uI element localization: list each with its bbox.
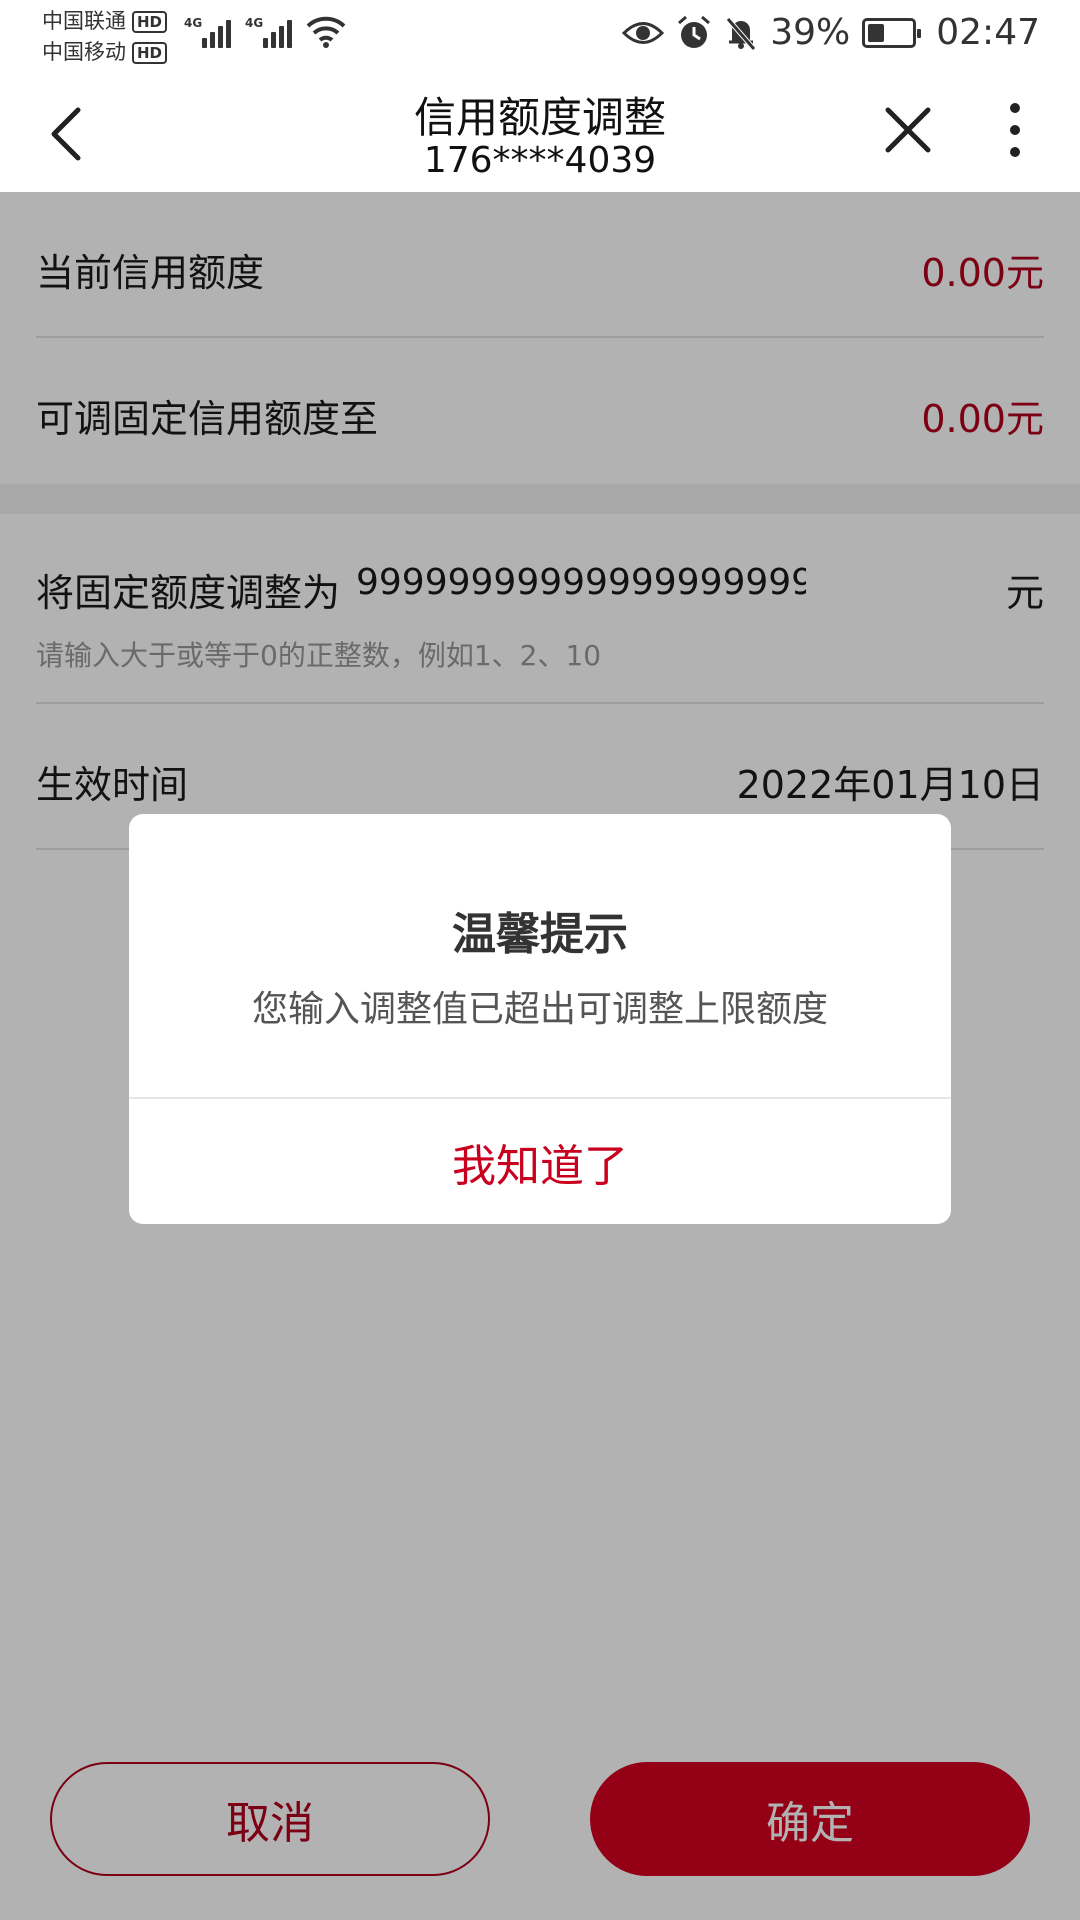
signal-icon: 4G (184, 16, 231, 48)
carrier-name-2: 中国移动 (42, 40, 126, 64)
network-type-label: 4G (184, 16, 203, 30)
status-bar: 中国联通 HD 中国移动 HD 4G 4G 39% 02:47 (0, 0, 1080, 76)
close-button[interactable] (880, 102, 936, 158)
carrier-name-1: 中国联通 (42, 9, 126, 33)
network-type-label: 4G (245, 16, 264, 30)
signal-icon: 4G (245, 16, 292, 48)
wifi-icon (306, 16, 346, 48)
more-button[interactable] (1000, 100, 1030, 160)
nav-bar: 信用额度调整 176****4039 (0, 76, 1080, 192)
dialog-ok-button[interactable]: 我知道了 (129, 1099, 951, 1224)
hd-badge: HD (132, 41, 168, 64)
carrier-info: 中国联通 HD 中国移动 HD (42, 6, 168, 68)
hd-badge: HD (132, 10, 168, 33)
mute-bell-icon (726, 16, 757, 51)
battery-fill (868, 23, 885, 42)
signal-indicators: 4G 4G (184, 14, 346, 48)
status-right: 39% 02:47 (622, 12, 1040, 53)
dialog-title: 温馨提示 (452, 909, 628, 960)
eye-icon (622, 21, 665, 44)
close-icon (885, 107, 931, 153)
more-vertical-icon (1010, 103, 1020, 157)
battery-percent: 39% (770, 12, 851, 53)
alarm-icon (678, 15, 711, 48)
battery-icon (862, 17, 922, 48)
alert-dialog: 温馨提示 您输入调整值已超出可调整上限额度 我知道了 (129, 814, 951, 1224)
clock: 02:47 (936, 12, 1040, 53)
dialog-message: 您输入调整值已超出可调整上限额度 (251, 989, 828, 1030)
